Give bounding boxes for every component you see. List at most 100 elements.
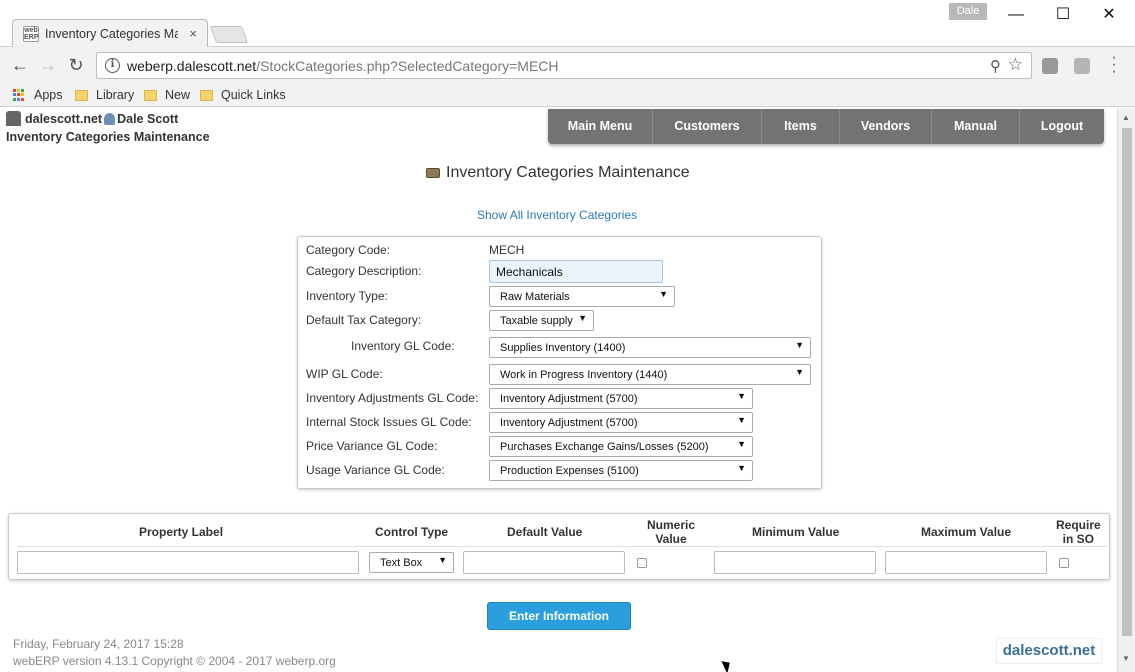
bookmarks-bar: Apps Library New Quick Links (0, 83, 1135, 107)
adjustments-gl-label: Inventory Adjustments GL Code: (306, 391, 479, 405)
issues-gl-select[interactable]: Inventory Adjustment (5700) ▼ (489, 412, 753, 433)
enter-information-button[interactable]: Enter Information (487, 602, 631, 630)
scroll-up-arrow-icon[interactable]: ▲ (1122, 113, 1130, 122)
tab-title: Inventory Categories Ma (45, 26, 178, 41)
bookmark-label: Apps (34, 88, 63, 102)
maximize-button[interactable]: ☐ (1040, 4, 1086, 26)
user-name[interactable]: Dale Scott (117, 112, 178, 126)
page-content: dalescott.net Dale Scott Inventory Categ… (0, 108, 1117, 672)
inventory-type-select[interactable]: Raw Materials ▼ (489, 286, 675, 307)
bookmark-apps[interactable]: Apps (13, 86, 63, 104)
profile-badge[interactable]: Dale (949, 3, 987, 20)
price-variance-gl-select[interactable]: Purchases Exchange Gains/Losses (5200) ▼ (489, 436, 753, 457)
reload-icon[interactable]: ↻ (66, 55, 86, 75)
browser-toolbar: ← → ↻ i weberp.dalescott.net/StockCatego… (0, 47, 1135, 83)
table-header-divider (17, 546, 1107, 547)
inventory-gl-label: Inventory GL Code: (351, 339, 455, 353)
dropdown-arrow-icon: ▼ (795, 367, 804, 377)
scroll-down-arrow-icon[interactable]: ▼ (1122, 654, 1130, 663)
user-icon (104, 112, 116, 125)
category-code-value: MECH (489, 243, 525, 257)
bookmark-star-icon[interactable]: ☆ (1008, 55, 1023, 75)
tax-category-select[interactable]: Taxable supply ▼ (489, 310, 594, 331)
inventory-type-label: Inventory Type: (306, 289, 388, 303)
zoom-icon[interactable]: ⚲ (990, 57, 1001, 75)
nav-manual[interactable]: Manual (932, 109, 1020, 144)
col-header-minimum-value: Minimum Value (752, 525, 840, 539)
inventory-gl-value: Supplies Inventory (1400) (500, 342, 626, 354)
weberp-favicon: web ERP (23, 25, 39, 42)
folder-icon (75, 89, 88, 101)
dropdown-arrow-icon: ▼ (438, 555, 447, 565)
minimum-value-input[interactable] (714, 551, 876, 574)
col-header-numeric-value: Numeric Value (647, 518, 695, 546)
main-heading: Inventory Categories Maintenance (426, 164, 690, 182)
category-code-label: Category Code: (306, 243, 391, 257)
property-label-input[interactable] (17, 551, 359, 574)
dropdown-arrow-icon: ▼ (737, 463, 746, 473)
apps-grid-icon (13, 88, 26, 102)
nav-vendors[interactable]: Vendors (840, 109, 932, 144)
page-title: Inventory Categories Maintenance (6, 130, 210, 144)
require-in-so-checkbox[interactable] (1059, 558, 1069, 568)
nav-customers[interactable]: Customers (653, 109, 762, 144)
url-host: weberp.dalescott.net (127, 58, 257, 74)
tab-close-icon[interactable]: × (189, 26, 197, 41)
minimize-button[interactable]: — (993, 4, 1039, 26)
category-description-label: Category Description: (306, 264, 422, 278)
nav-items[interactable]: Items (762, 109, 840, 144)
issues-gl-label: Internal Stock Issues GL Code: (306, 415, 472, 429)
col-header-control-type: Control Type (375, 525, 449, 539)
folder-icon (200, 89, 213, 101)
wip-gl-select[interactable]: Work in Progress Inventory (1440) ▼ (489, 364, 811, 385)
col-header-require-line1: Require (1056, 518, 1101, 532)
show-all-categories-link[interactable]: Show All Inventory Categories (477, 208, 637, 222)
browser-titlebar: web ERP Inventory Categories Ma × Dale —… (0, 0, 1135, 47)
bookmark-label: New (165, 88, 191, 102)
col-header-default-value: Default Value (507, 525, 583, 539)
col-header-maximum-value: Maximum Value (921, 525, 1012, 539)
main-heading-text: Inventory Categories Maintenance (446, 164, 690, 181)
inventory-gl-select[interactable]: Supplies Inventory (1400) ▼ (489, 337, 811, 358)
address-bar[interactable]: i weberp.dalescott.net/StockCategories.p… (96, 52, 1032, 79)
adjustments-gl-value: Inventory Adjustment (5700) (500, 393, 638, 405)
page-scrollbar[interactable]: ▲ ▼ (1117, 108, 1135, 672)
usage-variance-gl-select[interactable]: Production Expenses (5100) ▼ (489, 460, 753, 481)
dalescott-logo[interactable]: dalescott.net (996, 638, 1102, 664)
new-tab-button[interactable] (209, 26, 249, 43)
extension-download-icon[interactable] (1074, 58, 1090, 74)
dropdown-arrow-icon: ▼ (737, 439, 746, 449)
bookmark-quick-links[interactable]: Quick Links (200, 86, 286, 104)
maximum-value-input[interactable] (885, 551, 1047, 574)
info-icon[interactable]: i (105, 58, 120, 73)
browser-tab[interactable]: web ERP Inventory Categories Ma × (12, 19, 208, 47)
issues-gl-value: Inventory Adjustment (5700) (500, 417, 638, 429)
dropdown-arrow-icon: ▼ (659, 289, 668, 299)
back-icon[interactable]: ← (10, 55, 30, 75)
chrome-menu-icon[interactable]: · · · (1108, 50, 1120, 80)
company-icon (6, 111, 21, 126)
forward-icon[interactable]: → (38, 55, 58, 75)
default-value-input[interactable] (463, 551, 625, 574)
user-info: dalescott.net Dale Scott (6, 111, 178, 126)
control-type-select[interactable]: Text Box ▼ (369, 552, 454, 573)
company-name[interactable]: dalescott.net (25, 112, 102, 126)
close-window-button[interactable]: ✕ (1086, 4, 1132, 26)
bookmark-new[interactable]: New (144, 86, 190, 104)
nav-logout[interactable]: Logout (1020, 109, 1104, 144)
adjustments-gl-select[interactable]: Inventory Adjustment (5700) ▼ (489, 388, 753, 409)
scrollbar-thumb[interactable] (1122, 128, 1132, 636)
url-text[interactable]: weberp.dalescott.net/StockCategories.php… (127, 58, 559, 74)
main-nav: Main Menu Customers Items Vendors Manual… (548, 109, 1104, 144)
col-header-numeric-line2: Value (655, 532, 687, 546)
extension-icon[interactable] (1042, 58, 1058, 74)
numeric-value-checkbox[interactable] (637, 558, 647, 568)
inventory-icon (426, 168, 440, 178)
price-variance-gl-label: Price Variance GL Code: (306, 439, 438, 453)
wip-gl-value: Work in Progress Inventory (1440) (500, 369, 668, 381)
col-header-numeric-line1: Numeric (647, 518, 696, 532)
footer-version: webERP version 4.13.1 Copyright © 2004 -… (13, 654, 336, 668)
category-description-input[interactable]: Mechanicals (489, 260, 663, 283)
nav-main-menu[interactable]: Main Menu (548, 109, 653, 144)
bookmark-library[interactable]: Library (75, 86, 134, 104)
